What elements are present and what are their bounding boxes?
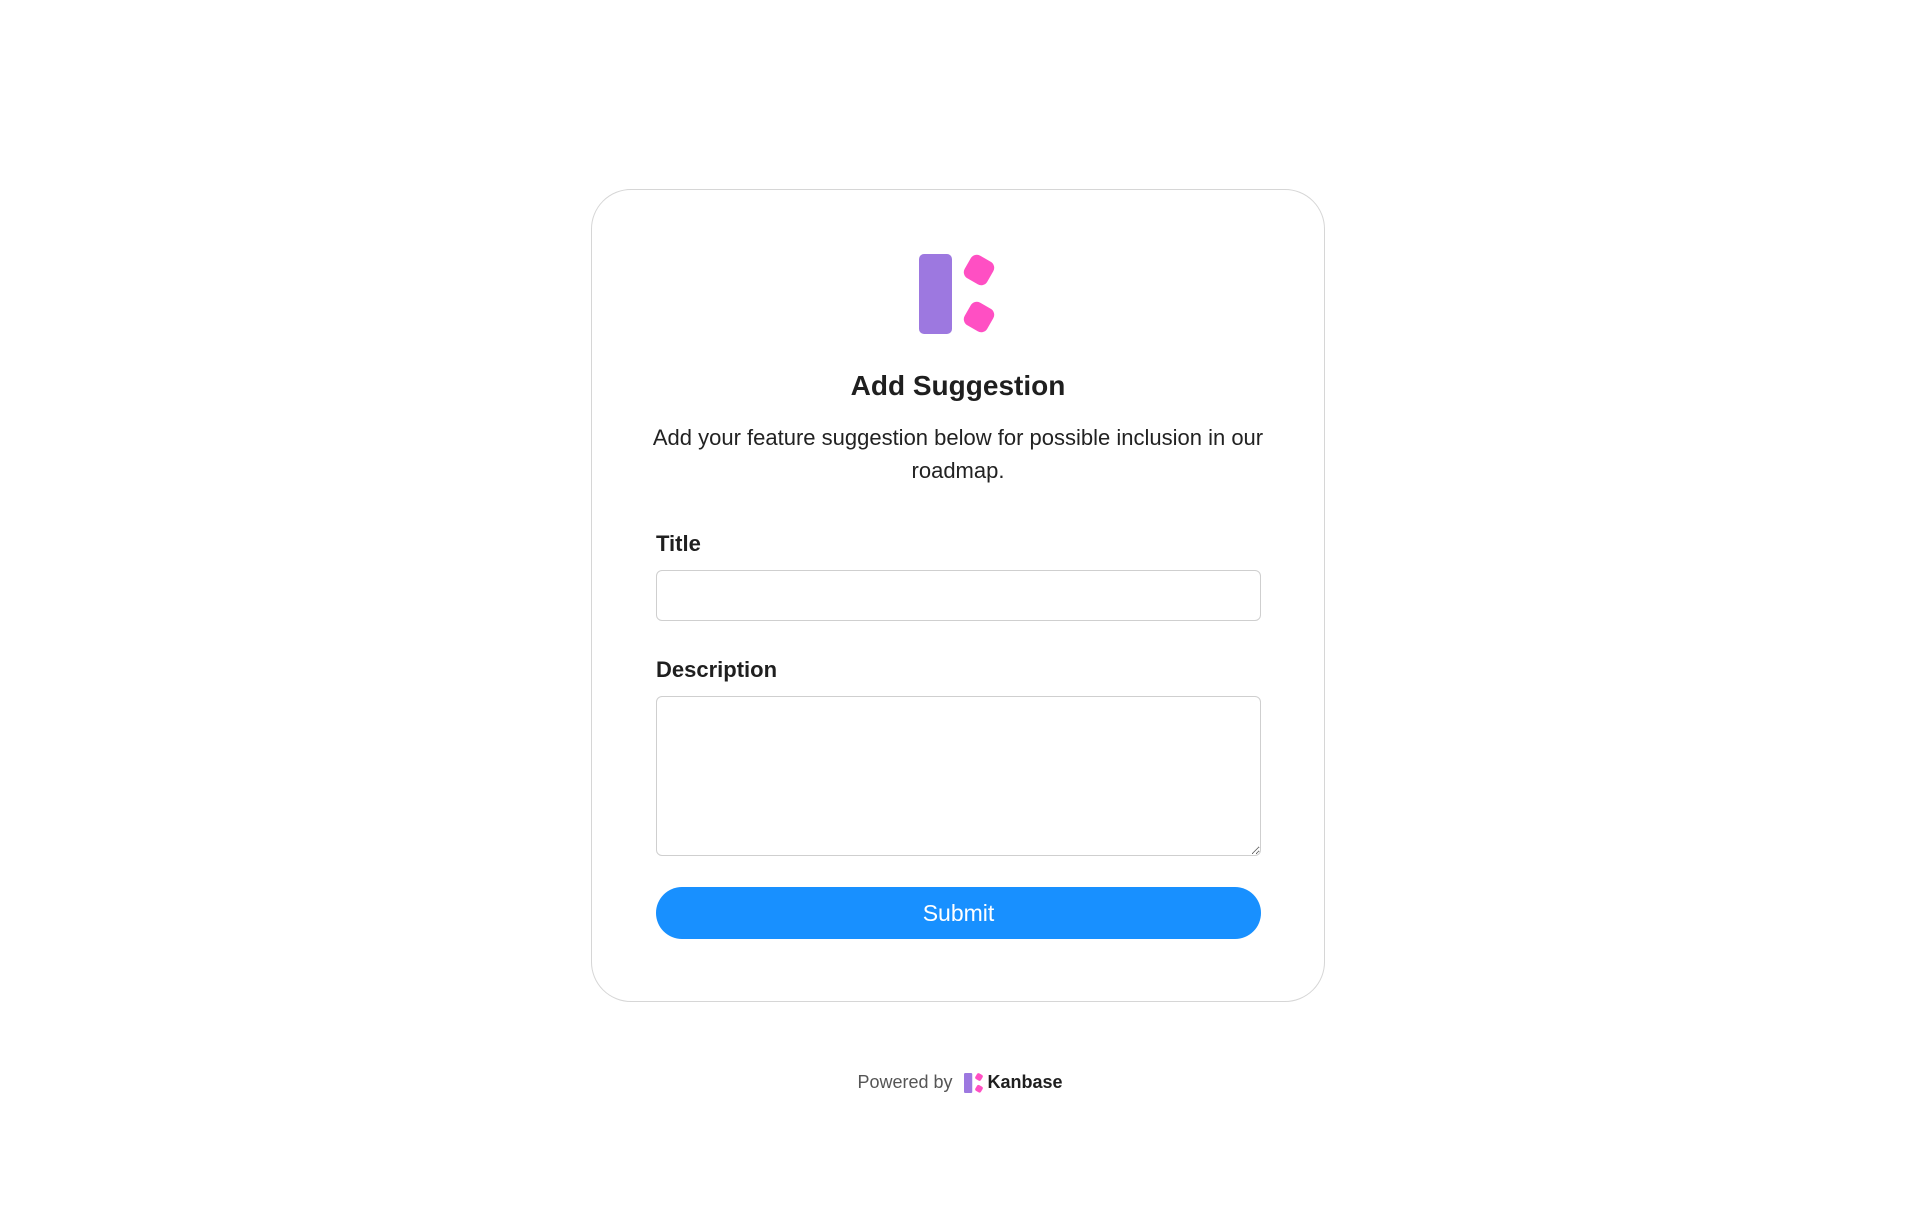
form-title: Add Suggestion bbox=[850, 370, 1066, 401]
description-label: Description bbox=[656, 657, 778, 682]
submit-button[interactable]: Submit bbox=[656, 887, 1261, 939]
powered-by-footer: Powered by Kanbase bbox=[0, 1072, 1920, 1093]
powered-by-text: Powered by bbox=[857, 1072, 953, 1092]
title-label: Title bbox=[656, 531, 701, 556]
kanbase-logo-icon bbox=[919, 254, 995, 334]
kanbase-footer-logo-icon bbox=[963, 1072, 983, 1093]
kanbase-brand-link[interactable]: Kanbase bbox=[988, 1072, 1063, 1093]
form-subtitle: Add your feature suggestion below for po… bbox=[652, 425, 1264, 483]
page: Add Suggestion Add your feature suggesti… bbox=[0, 0, 1920, 1216]
title-input[interactable] bbox=[656, 570, 1261, 621]
suggestion-card: Add Suggestion Add your feature suggesti… bbox=[591, 189, 1325, 1002]
description-textarea[interactable] bbox=[656, 696, 1261, 856]
